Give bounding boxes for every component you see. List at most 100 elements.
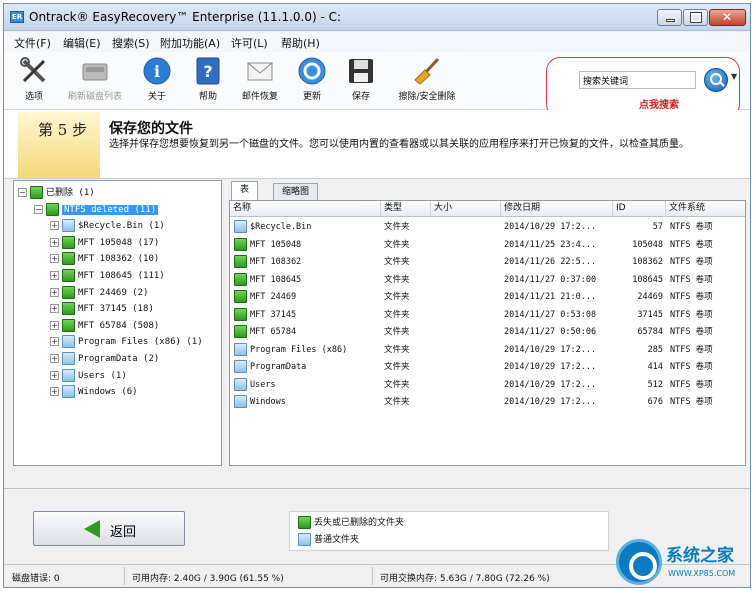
menu-license[interactable]: 许可(L) — [231, 35, 268, 51]
tree-expander-icon[interactable]: − — [18, 188, 27, 197]
tree-expander-icon[interactable]: + — [50, 337, 59, 347]
search-dropdown-icon[interactable]: ▼ — [731, 72, 737, 81]
menu-file[interactable]: 文件(F) — [14, 35, 51, 51]
cell-id-text: 65784 — [637, 327, 663, 337]
tree-expander-icon[interactable]: + — [50, 221, 59, 231]
back-button[interactable]: 返回 — [33, 511, 185, 546]
tree-item[interactable]: + Windows (6) — [50, 384, 138, 400]
cell-modified-text: 2014/10/29 17:2... — [504, 222, 597, 232]
cell-type: 文件夹 — [384, 342, 430, 359]
cell-id-text: 285 — [647, 344, 663, 355]
table-row[interactable]: $Recycle.Bin 文件夹 2014/10/29 17:2... 57 NTFS … — [230, 219, 745, 237]
green-folder-icon — [234, 325, 247, 338]
tree-item[interactable]: + Program Files (x86) (1) — [50, 334, 203, 350]
cell-name-text: MFT 37145 — [250, 309, 297, 320]
cell-id-text: 105048 — [632, 239, 663, 250]
tree-item[interactable]: + MFT 108645 (111) — [50, 268, 165, 284]
table-row[interactable]: MFT 37145 文件夹 2014/11/27 0:53:08 37145 NTFS … — [230, 307, 745, 325]
close-button[interactable]: ✕ — [709, 9, 746, 26]
cell-id-text: 512 — [647, 379, 663, 390]
table-row[interactable]: MFT 24469 文件夹 2014/11/21 21:0... 24469 NTFS … — [230, 289, 745, 307]
column-type[interactable]: 类型 — [381, 201, 431, 217]
menu-help[interactable]: 帮助(H) — [281, 35, 320, 51]
wipe-button[interactable]: 擦除/安全删除 — [390, 56, 464, 102]
update-button[interactable]: 更新 — [294, 56, 330, 102]
search-input[interactable] — [579, 71, 696, 89]
tab-table[interactable]: 表 — [231, 181, 259, 200]
tree-item[interactable]: + MFT 105048 (17) — [50, 235, 159, 251]
tree-item[interactable]: + Users (1) — [50, 368, 127, 384]
tree-item[interactable]: − 已删除 (1) — [18, 185, 95, 201]
green-folder-icon — [234, 307, 247, 321]
cell-type: 文件夹 — [384, 324, 430, 341]
column-filesystem[interactable]: 文件系统 — [666, 201, 745, 217]
maximize-button[interactable] — [683, 9, 708, 26]
tools-icon — [19, 56, 49, 86]
column-name[interactable]: 名称 — [230, 201, 381, 217]
table-row[interactable]: MFT 65784 文件夹 2014/11/27 0:50:06 65784 NTFS … — [230, 324, 745, 342]
about-button[interactable]: i 关于 — [137, 56, 177, 102]
save-button[interactable]: 保存 — [343, 56, 379, 102]
menu-search[interactable]: 搜索(S) — [112, 35, 150, 51]
step-banner: 第 5 步 保存您的文件 选择并保存您想要恢复到另一个磁盘的文件。您可以使用内置… — [4, 110, 750, 179]
table-row[interactable]: Program Files (x86) 文件夹 2014/10/29 17:2...… — [230, 342, 745, 360]
legend-label-normal: 普通文件夹 — [314, 535, 360, 545]
cell-filesystem: NTFS 卷项 — [670, 219, 745, 236]
minimize-button[interactable] — [657, 9, 682, 26]
tree-item[interactable]: + MFT 65784 (508) — [50, 318, 159, 334]
column-modified[interactable]: 修改日期 — [501, 201, 613, 217]
options-label: 选项 — [24, 92, 43, 102]
tree-item[interactable]: − NTFS deleted (11) — [34, 202, 159, 218]
tree-item[interactable]: + MFT 108362 (10) — [50, 251, 159, 267]
column-id[interactable]: ID — [613, 201, 666, 217]
blue-folder-icon — [234, 360, 247, 373]
tree-item[interactable]: + MFT 37145 (18) — [50, 301, 154, 317]
tree-expander-icon[interactable]: + — [50, 254, 59, 264]
tree-expander-icon[interactable]: + — [50, 287, 59, 297]
options-button[interactable]: 选项 — [14, 56, 54, 102]
tree-expander-icon[interactable]: + — [50, 271, 59, 280]
watermark-url: WWW.XP85.COM — [668, 569, 736, 578]
cell-id-text: 108645 — [632, 274, 663, 285]
cell-modified: 2014/11/27 0:37:00 — [504, 272, 612, 289]
help-button[interactable]: ? 帮助 — [188, 56, 228, 102]
tree-item[interactable]: + MFT 24469 (2) — [50, 285, 148, 301]
column-size[interactable]: 大小 — [431, 201, 501, 217]
table-row[interactable]: Users 文件夹 2014/10/29 17:2... 512 NTFS 卷项 — [230, 377, 745, 395]
cell-id-text: 108362 — [632, 257, 663, 267]
tree-expander-icon[interactable]: + — [50, 370, 59, 380]
cell-id: 512 — [615, 377, 663, 394]
title-bar[interactable]: ER Ontrack® EasyRecovery™ Enterprise (11… — [4, 4, 750, 31]
search-button[interactable] — [704, 68, 728, 92]
table-row[interactable]: MFT 108362 文件夹 2014/11/26 22:5... 108362 NTF… — [230, 254, 745, 272]
tree-expander-icon[interactable]: + — [50, 304, 59, 314]
table-row[interactable]: MFT 108645 文件夹 2014/11/27 0:37:00 108645 NTF… — [230, 272, 745, 290]
tree-expander-icon[interactable]: + — [50, 387, 59, 397]
refresh-disks-button[interactable]: 刷新磁盘列表 — [64, 56, 126, 102]
table-row[interactable]: Windows 文件夹 2014/10/29 17:2... 676 NTFS 卷项 — [230, 394, 745, 412]
tree-expander-icon[interactable]: + — [50, 237, 59, 247]
cell-filesystem: NTFS 卷项 — [670, 289, 745, 306]
tree-expander-icon[interactable]: + — [50, 354, 59, 363]
cell-name-text: MFT 108362 — [250, 257, 302, 267]
blue-folder-icon — [234, 395, 247, 408]
tree-item[interactable]: + ProgramData (2) — [50, 351, 159, 367]
tree-expander-icon[interactable]: − — [34, 204, 43, 214]
info-icon: i — [142, 56, 172, 86]
blue-folder-icon — [62, 385, 75, 399]
cell-filesystem-text: NTFS 卷项 — [670, 327, 713, 337]
tree-expander-icon[interactable]: + — [50, 320, 59, 330]
blue-folder-icon — [62, 368, 75, 382]
tab-thumbnails[interactable]: 缩略图 — [273, 183, 319, 200]
menu-edit[interactable]: 编辑(E) — [63, 35, 101, 51]
cell-name-text: MFT 105048 — [250, 239, 302, 250]
mail-recovery-button[interactable]: 邮件恢复 — [237, 56, 283, 102]
cell-filesystem-text: NTFS 卷项 — [670, 274, 713, 285]
folder-tree[interactable]: − 已删除 (1) − NTFS deleted (11) + $Recycle.Bin … — [13, 180, 222, 466]
table-row[interactable]: ProgramData 文件夹 2014/10/29 17:2... 414 NTFS … — [230, 359, 745, 377]
cell-id-text: 414 — [647, 362, 663, 372]
table-row[interactable]: MFT 105048 文件夹 2014/11/25 23:4... 105048 NTF… — [230, 237, 745, 255]
tree-item-label: NTFS deleted (11) — [62, 204, 159, 215]
menu-addons[interactable]: 附加功能(A) — [160, 35, 220, 51]
tree-item[interactable]: + $Recycle.Bin (1) — [50, 218, 165, 234]
